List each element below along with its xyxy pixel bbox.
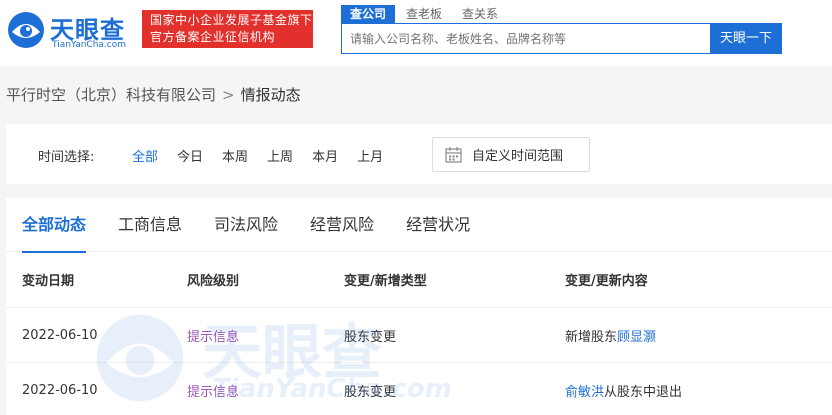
dynamics-table: 变动日期 风险级别 变更/新增类型 变更/更新内容 2022-06-10 提示信… — [6, 252, 832, 415]
intel-dynamics-card: 全部动态 工商信息 司法风险 经营风险 经营状况 变动日期 风险级别 变更/新增… — [6, 198, 832, 415]
header-change-content: 变更/更新内容 — [565, 274, 648, 289]
custom-date-range-label: 自定义时间范围 — [472, 149, 564, 164]
header-change-type: 变更/新增类型 — [344, 274, 427, 289]
search-tab-relation[interactable]: 查关系 — [453, 5, 507, 23]
time-option-today[interactable]: 今日 — [177, 146, 203, 165]
search-tab-boss[interactable]: 查老板 — [397, 5, 451, 23]
shareholder-link[interactable]: 顾显灏 — [617, 326, 656, 345]
shareholder-link[interactable]: 俞敏洪 — [565, 381, 604, 400]
row-date: 2022-06-10 — [22, 327, 98, 343]
breadcrumb-company-link[interactable]: 平行时空（北京）科技有限公司 — [6, 84, 216, 105]
content-prefix: 新增股东 — [565, 329, 618, 345]
row-date: 2022-06-10 — [22, 382, 98, 398]
table-row: 2022-06-10 提示信息 股东变更 俞敏洪 从股东中退出 — [6, 363, 832, 415]
tab-business-info[interactable]: 工商信息 — [118, 198, 182, 252]
row-change-content: 新增股东 顾显灏 — [565, 308, 656, 362]
breadcrumb-current: 情报动态 — [240, 86, 301, 104]
time-option-this-week[interactable]: 本周 — [222, 146, 248, 165]
search-box: 天眼一下 — [341, 23, 782, 54]
logo-eye-icon — [8, 12, 44, 48]
header-risk-level: 风险级别 — [187, 274, 240, 289]
official-badge: 国家中小企业发展子基金旗下 官方备案企业征信机构 — [142, 10, 313, 48]
row-change-type: 股东变更 — [344, 329, 397, 345]
time-option-last-month[interactable]: 上月 — [357, 146, 383, 165]
search-type-tabs: 查公司 查老板 查关系 — [341, 5, 509, 23]
time-option-this-month[interactable]: 本月 — [312, 146, 338, 165]
badge-line-2: 官方备案企业征信机构 — [150, 30, 276, 44]
tab-all-dynamics[interactable]: 全部动态 — [22, 198, 87, 253]
table-row: 2022-06-10 提示信息 股东变更 新增股东 顾显灏 — [6, 308, 832, 363]
tab-judicial-risk[interactable]: 司法风险 — [214, 198, 278, 252]
table-header-row: 变动日期 风险级别 变更/新增类型 变更/更新内容 — [6, 252, 832, 308]
time-filter-card: 时间选择: 全部 今日 本周 上周 本月 上月 自定义时间范围 — [6, 124, 832, 184]
row-change-content: 俞敏洪 从股东中退出 — [565, 363, 682, 415]
time-filter-label: 时间选择: — [38, 150, 95, 165]
badge-line-1: 国家中小企业发展子基金旗下 — [150, 13, 313, 27]
time-option-last-week[interactable]: 上周 — [267, 146, 293, 165]
search-tab-company[interactable]: 查公司 — [341, 5, 396, 23]
top-header: 天眼查 TianYanCha.com 国家中小企业发展子基金旗下 官方备案企业征… — [0, 0, 832, 66]
calendar-icon — [445, 147, 462, 163]
row-risk-level[interactable]: 提示信息 — [187, 308, 239, 362]
site-logo[interactable]: 天眼查 TianYanCha.com — [6, 8, 134, 54]
category-tabs: 全部动态 工商信息 司法风险 经营风险 经营状况 — [6, 198, 832, 253]
breadcrumb: 平行时空（北京）科技有限公司 > 情报动态 — [6, 84, 301, 105]
row-risk-level[interactable]: 提示信息 — [187, 363, 239, 415]
tab-operating-status[interactable]: 经营状况 — [406, 198, 470, 252]
breadcrumb-separator: > — [222, 85, 235, 104]
content-suffix: 从股东中退出 — [604, 384, 683, 400]
logo-subtitle: TianYanCha.com — [52, 40, 127, 50]
row-change-type: 股东变更 — [344, 384, 397, 400]
tab-operating-risk[interactable]: 经营风险 — [310, 198, 374, 252]
time-option-all[interactable]: 全部 — [132, 146, 158, 165]
search-button[interactable]: 天眼一下 — [710, 23, 782, 54]
time-filter-options: 全部 今日 本周 上周 本月 上月 — [132, 146, 402, 165]
header-change-date: 变动日期 — [22, 274, 75, 289]
custom-date-range-button[interactable]: 自定义时间范围 — [432, 137, 590, 172]
search-input[interactable] — [342, 24, 710, 53]
